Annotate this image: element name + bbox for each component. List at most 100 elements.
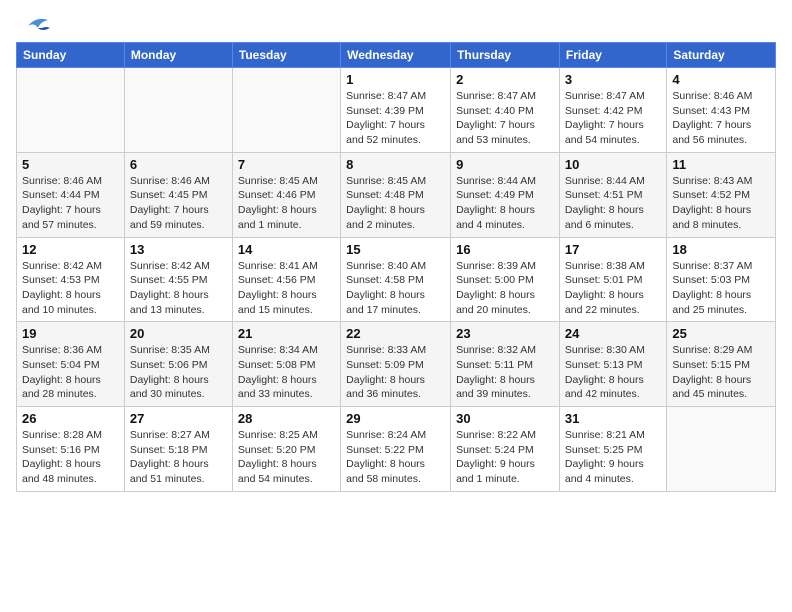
day-number: 27 (130, 411, 227, 426)
calendar-cell: 2 Sunrise: 8:47 AMSunset: 4:40 PMDaylight… (451, 68, 560, 153)
calendar-cell: 25 Sunrise: 8:29 AMSunset: 5:15 PMDayligh… (667, 322, 776, 407)
day-number: 16 (456, 242, 554, 257)
day-number: 9 (456, 157, 554, 172)
day-number: 21 (238, 326, 335, 341)
calendar-cell: 19Sunrise: 8:36 AMSunset: 5:04 PMDayligh… (17, 322, 125, 407)
header-thursday: Thursday (451, 43, 560, 68)
day-info: Sunrise: 8:47 AMSunset: 4:42 PMDaylight:… (565, 89, 661, 148)
day-info: Sunrise: 8:42 AMSunset: 4:53 PMDaylight:… (22, 259, 119, 318)
calendar-week-row: 1 Sunrise: 8:47 AMSunset: 4:39 PMDaylight… (17, 68, 776, 153)
day-number: 31 (565, 411, 661, 426)
calendar-cell: 29 Sunrise: 8:24 AMSunset: 5:22 PMDayligh… (341, 407, 451, 492)
day-number: 20 (130, 326, 227, 341)
header-tuesday: Tuesday (232, 43, 340, 68)
calendar-cell: 22 Sunrise: 8:33 AMSunset: 5:09 PMDayligh… (341, 322, 451, 407)
day-info: Sunrise: 8:44 AMSunset: 4:51 PMDaylight:… (565, 174, 661, 233)
day-info: Sunrise: 8:27 AMSunset: 5:18 PMDaylight:… (130, 428, 227, 487)
day-number: 24 (565, 326, 661, 341)
calendar-cell: 1 Sunrise: 8:47 AMSunset: 4:39 PMDaylight… (341, 68, 451, 153)
day-number: 1 (346, 72, 445, 87)
day-number: 7 (238, 157, 335, 172)
header-saturday: Saturday (667, 43, 776, 68)
calendar-cell: 14 Sunrise: 8:41 AMSunset: 4:56 PMDayligh… (232, 237, 340, 322)
calendar-cell: 17 Sunrise: 8:38 AMSunset: 5:01 PMDayligh… (559, 237, 666, 322)
calendar-week-row: 5Sunrise: 8:46 AMSunset: 4:44 PMDaylight… (17, 152, 776, 237)
calendar-cell: 15 Sunrise: 8:40 AMSunset: 4:58 PMDayligh… (341, 237, 451, 322)
day-info: Sunrise: 8:33 AMSunset: 5:09 PMDaylight:… (346, 343, 445, 402)
day-info: Sunrise: 8:42 AMSunset: 4:55 PMDaylight:… (130, 259, 227, 318)
day-number: 8 (346, 157, 445, 172)
day-info: Sunrise: 8:28 AMSunset: 5:16 PMDaylight:… (22, 428, 119, 487)
day-number: 23 (456, 326, 554, 341)
day-info: Sunrise: 8:47 AMSunset: 4:40 PMDaylight:… (456, 89, 554, 148)
day-number: 17 (565, 242, 661, 257)
calendar-cell: 12 Sunrise: 8:42 AMSunset: 4:53 PMDayligh… (17, 237, 125, 322)
day-info: Sunrise: 8:44 AMSunset: 4:49 PMDaylight:… (456, 174, 554, 233)
day-number: 4 (672, 72, 770, 87)
day-info: Sunrise: 8:32 AMSunset: 5:11 PMDaylight:… (456, 343, 554, 402)
calendar-cell: 23 Sunrise: 8:32 AMSunset: 5:11 PMDayligh… (451, 322, 560, 407)
day-info: Sunrise: 8:46 AMSunset: 4:45 PMDaylight:… (130, 174, 227, 233)
calendar-cell (17, 68, 125, 153)
day-number: 26 (22, 411, 119, 426)
day-info: Sunrise: 8:41 AMSunset: 4:56 PMDaylight:… (238, 259, 335, 318)
calendar-cell: 13 Sunrise: 8:42 AMSunset: 4:55 PMDayligh… (124, 237, 232, 322)
header-wednesday: Wednesday (341, 43, 451, 68)
day-number: 14 (238, 242, 335, 257)
day-number: 15 (346, 242, 445, 257)
calendar-cell: 10 Sunrise: 8:44 AMSunset: 4:51 PMDayligh… (559, 152, 666, 237)
day-info: Sunrise: 8:46 AMSunset: 4:43 PMDaylight:… (672, 89, 770, 148)
day-info: Sunrise: 8:22 AMSunset: 5:24 PMDaylight:… (456, 428, 554, 487)
calendar-cell: 7 Sunrise: 8:45 AMSunset: 4:46 PMDaylight… (232, 152, 340, 237)
calendar-cell: 9 Sunrise: 8:44 AMSunset: 4:49 PMDaylight… (451, 152, 560, 237)
day-number: 18 (672, 242, 770, 257)
calendar-cell: 28 Sunrise: 8:25 AMSunset: 5:20 PMDayligh… (232, 407, 340, 492)
calendar-cell: 4 Sunrise: 8:46 AMSunset: 4:43 PMDaylight… (667, 68, 776, 153)
day-info: Sunrise: 8:21 AMSunset: 5:25 PMDaylight:… (565, 428, 661, 487)
header-friday: Friday (559, 43, 666, 68)
header-sunday: Sunday (17, 43, 125, 68)
day-number: 29 (346, 411, 445, 426)
calendar-week-row: 19Sunrise: 8:36 AMSunset: 5:04 PMDayligh… (17, 322, 776, 407)
day-info: Sunrise: 8:38 AMSunset: 5:01 PMDaylight:… (565, 259, 661, 318)
calendar-cell: 24 Sunrise: 8:30 AMSunset: 5:13 PMDayligh… (559, 322, 666, 407)
calendar-cell: 6Sunrise: 8:46 AMSunset: 4:45 PMDaylight… (124, 152, 232, 237)
day-info: Sunrise: 8:39 AMSunset: 5:00 PMDaylight:… (456, 259, 554, 318)
calendar-cell: 20 Sunrise: 8:35 AMSunset: 5:06 PMDayligh… (124, 322, 232, 407)
header-monday: Monday (124, 43, 232, 68)
calendar-cell: 18 Sunrise: 8:37 AMSunset: 5:03 PMDayligh… (667, 237, 776, 322)
calendar-cell: 31 Sunrise: 8:21 AMSunset: 5:25 PMDayligh… (559, 407, 666, 492)
day-number: 28 (238, 411, 335, 426)
calendar-cell: 5Sunrise: 8:46 AMSunset: 4:44 PMDaylight… (17, 152, 125, 237)
page-header (16, 16, 776, 32)
calendar-cell (232, 68, 340, 153)
calendar-table: SundayMondayTuesdayWednesdayThursdayFrid… (16, 42, 776, 492)
day-info: Sunrise: 8:30 AMSunset: 5:13 PMDaylight:… (565, 343, 661, 402)
day-number: 22 (346, 326, 445, 341)
calendar-cell: 11Sunrise: 8:43 AMSunset: 4:52 PMDayligh… (667, 152, 776, 237)
day-info: Sunrise: 8:47 AMSunset: 4:39 PMDaylight:… (346, 89, 445, 148)
day-info: Sunrise: 8:36 AMSunset: 5:04 PMDaylight:… (22, 343, 119, 402)
day-number: 2 (456, 72, 554, 87)
day-info: Sunrise: 8:45 AMSunset: 4:46 PMDaylight:… (238, 174, 335, 233)
day-info: Sunrise: 8:29 AMSunset: 5:15 PMDaylight:… (672, 343, 770, 402)
day-number: 12 (22, 242, 119, 257)
day-info: Sunrise: 8:34 AMSunset: 5:08 PMDaylight:… (238, 343, 335, 402)
calendar-header-row: SundayMondayTuesdayWednesdayThursdayFrid… (17, 43, 776, 68)
calendar-cell (667, 407, 776, 492)
calendar-cell (124, 68, 232, 153)
calendar-cell: 30Sunrise: 8:22 AMSunset: 5:24 PMDayligh… (451, 407, 560, 492)
day-info: Sunrise: 8:25 AMSunset: 5:20 PMDaylight:… (238, 428, 335, 487)
day-info: Sunrise: 8:35 AMSunset: 5:06 PMDaylight:… (130, 343, 227, 402)
day-info: Sunrise: 8:24 AMSunset: 5:22 PMDaylight:… (346, 428, 445, 487)
day-info: Sunrise: 8:40 AMSunset: 4:58 PMDaylight:… (346, 259, 445, 318)
calendar-cell: 8Sunrise: 8:45 AMSunset: 4:48 PMDaylight… (341, 152, 451, 237)
day-number: 5 (22, 157, 119, 172)
calendar-cell: 26 Sunrise: 8:28 AMSunset: 5:16 PMDayligh… (17, 407, 125, 492)
day-number: 10 (565, 157, 661, 172)
calendar-cell: 16 Sunrise: 8:39 AMSunset: 5:00 PMDayligh… (451, 237, 560, 322)
day-number: 25 (672, 326, 770, 341)
day-info: Sunrise: 8:37 AMSunset: 5:03 PMDaylight:… (672, 259, 770, 318)
day-info: Sunrise: 8:43 AMSunset: 4:52 PMDaylight:… (672, 174, 770, 233)
day-number: 13 (130, 242, 227, 257)
